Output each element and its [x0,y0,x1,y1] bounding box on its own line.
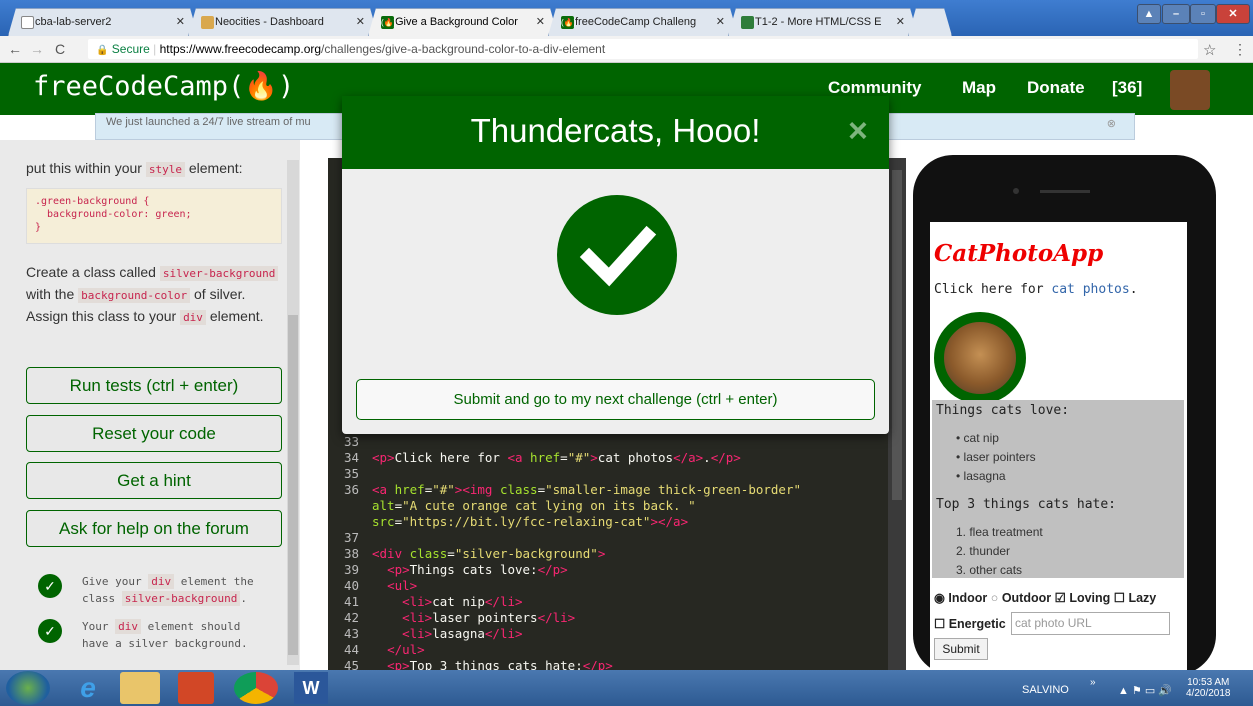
tray-icons[interactable]: ▲ ⚑ ▭ 🔊 [1118,684,1172,697]
powerpoint-icon[interactable] [178,672,214,704]
internet-explorer-icon[interactable]: e [64,672,112,704]
code-line: alt="A cute orange cat lying on its back… [372,498,696,513]
code-example: .green-background { background-color: gr… [26,188,282,244]
reload-icon[interactable]: C [55,41,65,57]
close-icon[interactable]: ✕ [896,15,905,28]
forward-icon[interactable]: → [30,41,44,57]
list-item: 2. thunder [956,544,1011,558]
checkbox-loving[interactable]: ☑ [1055,591,1066,605]
radio-outdoor[interactable]: ○ [991,591,999,605]
code-line: src="https://bit.ly/fcc-relaxing-cat"></… [372,514,689,529]
form-row: ☐ Energetic [934,617,1006,631]
list-item: • cat nip [956,431,999,445]
start-button[interactable] [6,671,50,705]
nav-donate[interactable]: Donate [1027,78,1085,98]
cat-image[interactable] [934,312,1026,404]
tab-fcc-challenge[interactable]: (🔥) freeCodeCamp Challeng ✕ [548,8,738,36]
cat-photo-url-input[interactable]: cat photo URL [1011,612,1170,635]
page-icon [21,16,34,29]
form-row: ◉ Indoor ○ Outdoor ☑ Loving ☐ Lazy [934,591,1157,605]
list-item: 1. flea treatment [956,525,1043,539]
success-check-icon [557,195,677,315]
close-window-button[interactable]: ✕ [1216,4,1250,24]
list-item: • lasagna [956,469,1006,483]
url-input[interactable]: 🔒 Secure | https://www.freecodecamp.org/… [88,39,1198,59]
word-icon[interactable]: W [294,672,328,704]
chevron-icon[interactable]: » [1090,677,1096,688]
close-icon[interactable]: ✕ [176,15,185,28]
instruction-task: Create a class called silver-background … [26,262,286,328]
list-item: • laser pointers [956,450,1036,464]
clock[interactable]: 10:53 AM 4/20/2018 [1186,677,1231,699]
checkbox-energetic[interactable]: ☐ [934,617,945,631]
close-icon[interactable]: ✕ [536,15,545,28]
nav-community[interactable]: Community [828,78,922,98]
phone-speaker [1040,190,1090,193]
close-icon[interactable]: ✕ [716,15,725,28]
run-tests-button[interactable]: Run tests (ctrl + enter) [26,367,282,404]
maximize-button[interactable]: ▫ [1190,4,1216,24]
code-line: <p>Things cats love:</p> [387,562,568,577]
modal-close-icon[interactable]: × [848,112,868,151]
code-line: <a href="#"><img class="smaller-image th… [372,482,801,497]
code-line: <p>Click here for <a href="#">cat photos… [372,450,741,465]
scrollbar-thumb[interactable] [288,315,298,655]
preview-submit-button[interactable]: Submit [934,638,988,660]
nav-map[interactable]: Map [962,78,996,98]
code-line: <li>cat nip</li> [402,594,523,609]
preview-click-text: Click here for cat photos. [934,282,1138,297]
tab-neocities[interactable]: Neocities - Dashboard ✕ [188,8,378,36]
file-explorer-icon[interactable] [120,672,160,704]
fcc-icon: (🔥) [381,18,397,27]
star-icon[interactable]: ☆ [1203,41,1216,59]
fcc-icon: (🔥) [561,18,577,27]
tab-t1-2[interactable]: T1-2 - More HTML/CSS E ✕ [728,8,918,36]
avatar[interactable] [1170,70,1210,110]
close-icon[interactable]: ⊗ [1107,117,1116,130]
menu-icon[interactable]: ⋮ [1233,41,1247,58]
toolbar-user[interactable]: SALVINO [1022,684,1069,696]
check-icon: ✓ [38,619,62,643]
cat-photos-link[interactable]: cat photos [1051,282,1129,297]
instruction-intro: put this within your style element: [26,160,243,177]
close-icon[interactable]: ✕ [356,15,365,28]
code-line: <li>laser pointers</li> [402,610,576,625]
code-line: </ul> [387,642,425,657]
ask-help-button[interactable]: Ask for help on the forum [26,510,282,547]
chrome-icon[interactable] [234,672,278,704]
radio-indoor[interactable]: ◉ [934,591,945,605]
code-line: <div class="silver-background"> [372,546,606,561]
lock-icon: 🔒 [96,45,109,56]
code-line: <li>lasagna</li> [402,626,523,641]
minimize-button[interactable]: – [1162,4,1190,24]
submit-next-challenge-button[interactable]: Submit and go to my next challenge (ctrl… [356,379,875,420]
reset-code-button[interactable]: Reset your code [26,415,282,452]
user-icon[interactable]: ▲ [1137,4,1161,24]
scrollbar-thumb[interactable] [892,170,902,500]
checkbox-lazy[interactable]: ☐ [1114,591,1125,605]
back-icon[interactable]: ← [8,41,22,57]
address-bar: ← → C 🔒 Secure | https://www.freecodecam… [0,36,1253,63]
fcc-logo[interactable]: freeCodeCamp(🔥) [33,70,294,102]
nav-points[interactable]: [36] [1112,78,1142,98]
code-line: <p>Top 3 things cats hate:</p> [387,658,613,670]
test-item: Give your div element the class silver-b… [82,574,254,606]
get-hint-button[interactable]: Get a hint [26,462,282,499]
check-icon: ✓ [38,574,62,598]
list-item: 3. other cats [956,563,1023,577]
tab-cba-lab[interactable]: cba-lab-server2 ✕ [8,8,198,36]
code-line: <ul> [387,578,418,593]
modal-title: Thundercats, Hooo! [470,112,761,149]
phone-camera [1013,188,1019,194]
sheet-icon [741,16,754,29]
preview-title: CatPhotoApp [934,240,1104,267]
tab-give-background[interactable]: (🔥) Give a Background Color ✕ [368,8,558,36]
test-item: Your div element should have a silver ba… [82,619,248,650]
neocities-icon [201,16,214,29]
